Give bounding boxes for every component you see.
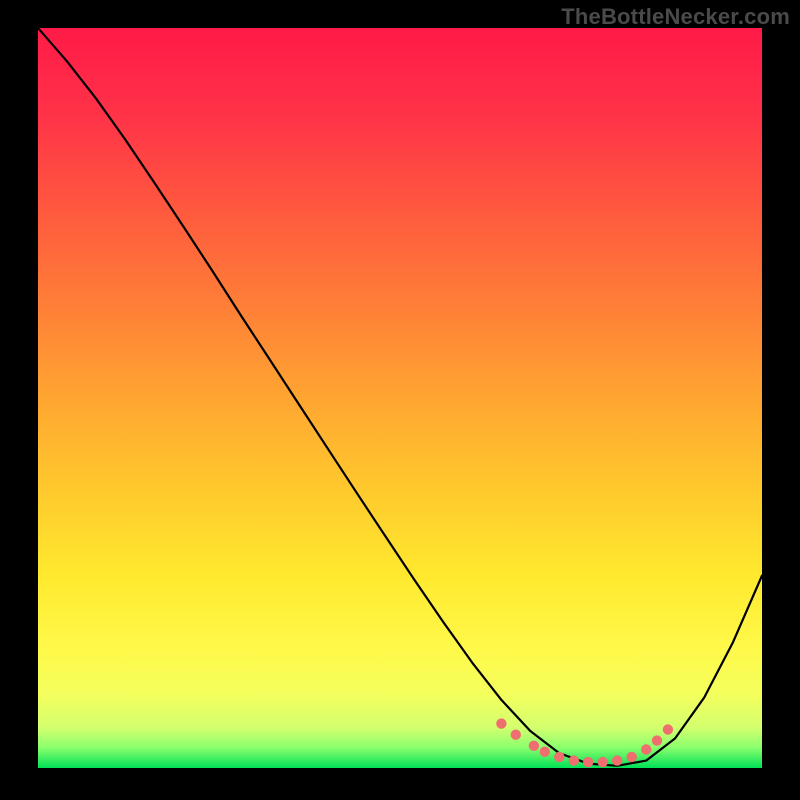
chart-svg <box>38 28 762 768</box>
marker-dot <box>529 741 539 751</box>
marker-dot <box>511 730 521 740</box>
marker-dot <box>540 747 550 757</box>
plot-area <box>38 28 762 768</box>
marker-dot <box>554 752 564 762</box>
marker-dot <box>612 755 622 765</box>
marker-dot <box>583 757 593 767</box>
marker-dot <box>627 752 637 762</box>
watermark-text: TheBottleNecker.com <box>561 4 790 30</box>
chart-container: TheBottleNecker.com <box>0 0 800 800</box>
marker-dot <box>652 735 662 745</box>
marker-dot <box>598 757 608 767</box>
marker-dot <box>641 744 651 754</box>
marker-dot <box>496 718 506 728</box>
gradient-background <box>38 28 762 768</box>
marker-dot <box>569 755 579 765</box>
marker-dot <box>663 724 673 734</box>
